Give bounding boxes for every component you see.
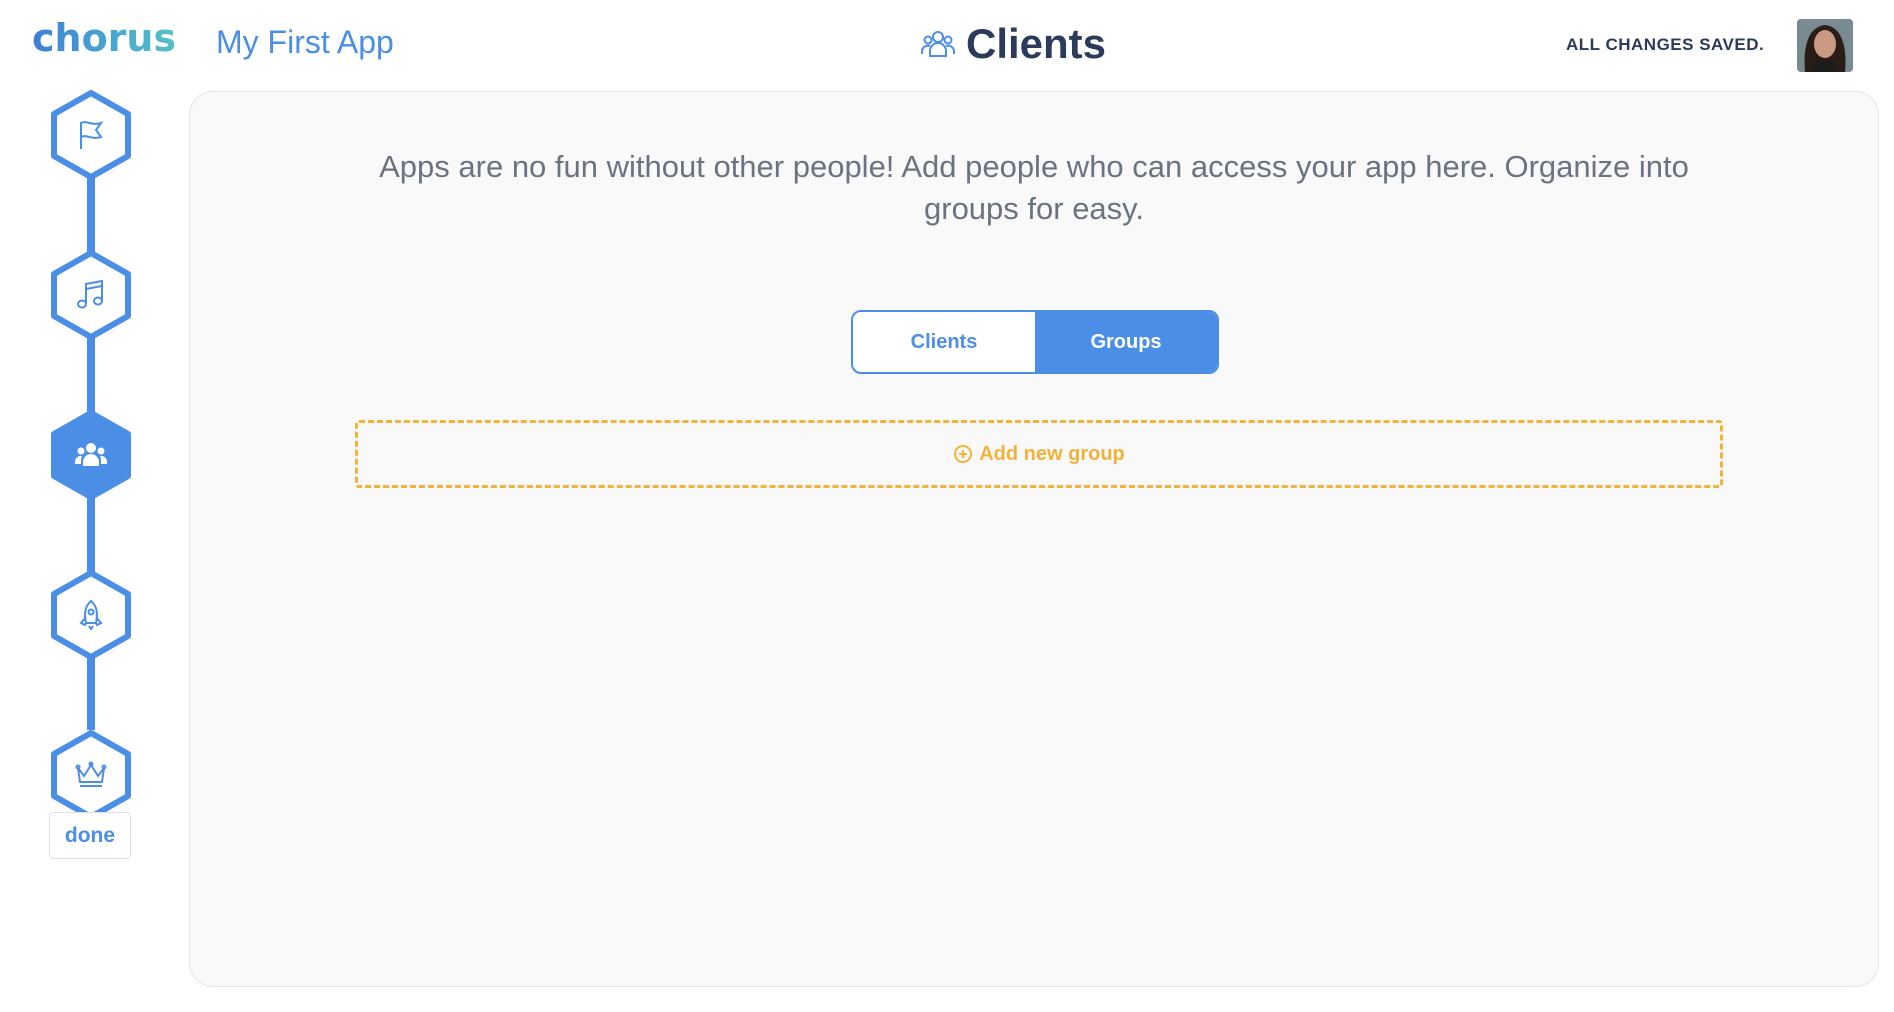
done-button[interactable]: done (49, 812, 131, 859)
flag-icon (80, 121, 104, 149)
save-status: ALL CHANGES SAVED. (1566, 35, 1765, 54)
add-new-group-label: Add new group (979, 442, 1125, 465)
step-crown[interactable] (48, 730, 134, 820)
users-icon (75, 443, 107, 466)
app-name[interactable]: My First App (216, 24, 394, 61)
tab-groups[interactable]: Groups (1035, 312, 1217, 372)
step-users[interactable] (48, 410, 134, 500)
clients-groups-toggle: Clients Groups (851, 310, 1219, 374)
plus-circle-icon (954, 445, 973, 463)
step-rocket[interactable] (48, 570, 134, 660)
page-title: Clients (966, 20, 1107, 67)
chorus-logo[interactable]: chorus (32, 16, 176, 60)
users-outline-icon (921, 31, 955, 57)
main-panel: Apps are no fun without other people! Ad… (189, 91, 1879, 987)
page-header: Clients (920, 20, 1106, 68)
step-flag[interactable] (48, 90, 134, 180)
step-music[interactable] (48, 250, 134, 340)
tab-clients[interactable]: Clients (853, 312, 1035, 372)
intro-line-2: groups for easy. (924, 191, 1144, 226)
music-note-icon (77, 279, 103, 309)
user-avatar[interactable] (1797, 19, 1853, 72)
rocket-icon (79, 599, 103, 631)
add-new-group-button[interactable]: Add new group (355, 420, 1723, 488)
intro-text: Apps are no fun without other people! Ad… (190, 146, 1878, 230)
crown-icon (75, 761, 107, 787)
progress-stepper (48, 90, 134, 820)
intro-line-1: Apps are no fun without other people! Ad… (379, 149, 1689, 184)
